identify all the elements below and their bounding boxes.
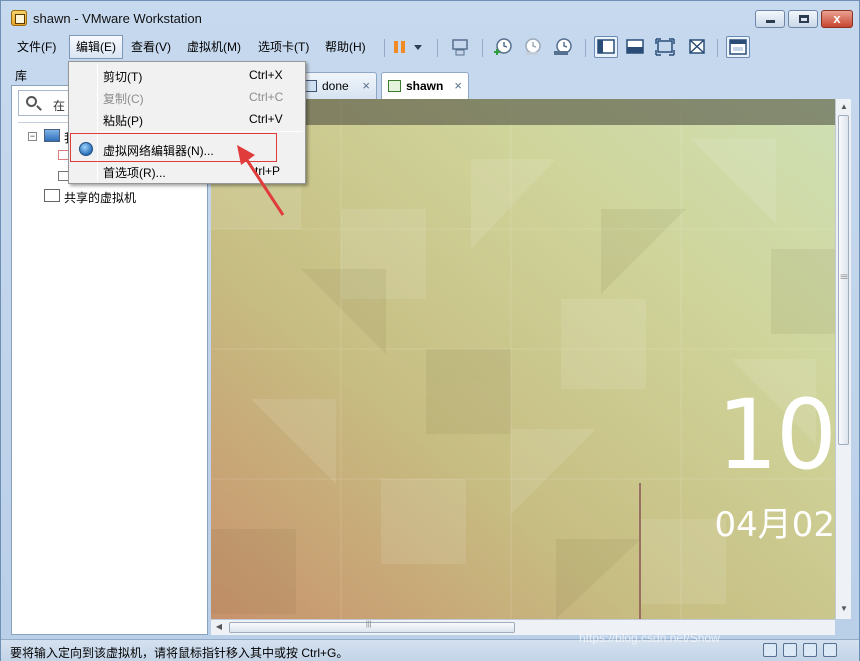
maximize-icon bbox=[799, 15, 809, 23]
toolbar-separator bbox=[585, 39, 586, 57]
minimize-icon bbox=[766, 20, 775, 23]
scroll-up-icon[interactable]: ▲ bbox=[839, 102, 849, 112]
vmware-window: shawn - VMware Workstation x 文件(F) 编辑(E)… bbox=[0, 0, 860, 661]
close-tab-icon[interactable]: × bbox=[454, 78, 462, 93]
power-dropdown-button[interactable] bbox=[411, 36, 425, 58]
scroll-left-icon[interactable]: ◀ bbox=[214, 622, 224, 632]
scroll-down-icon[interactable]: ▼ bbox=[839, 604, 849, 614]
horizontal-scrollbar[interactable]: ◀ ||| bbox=[211, 619, 835, 635]
pause-button[interactable] bbox=[388, 36, 412, 58]
thumbnail-view-button[interactable] bbox=[726, 36, 750, 58]
snapshot-manager-button[interactable] bbox=[551, 36, 575, 58]
watermark-text: https://blog.csdn.net/Show bbox=[579, 631, 720, 645]
computer-icon bbox=[44, 129, 60, 142]
menu-item-label: 剪切(T) bbox=[103, 70, 143, 84]
scroll-grip-icon: ||| bbox=[840, 274, 847, 280]
vm-running-tab-icon bbox=[388, 80, 401, 92]
vertical-scrollbar[interactable]: ▲ ||| ▼ bbox=[835, 99, 851, 619]
sound-icon[interactable] bbox=[823, 643, 837, 657]
send-keys-icon bbox=[452, 39, 468, 56]
fullscreen-console-button[interactable] bbox=[623, 36, 647, 58]
toolbar-separator bbox=[437, 39, 438, 57]
vertical-scroll-thumb[interactable] bbox=[838, 115, 849, 445]
minimize-button[interactable] bbox=[755, 10, 785, 28]
status-bar: 要将输入定向到该虚拟机，请将鼠标指针移入其中或按 Ctrl+G。 bbox=[1, 639, 859, 661]
menu-item-shortcut: Ctrl+V bbox=[249, 112, 283, 126]
tree-item-shared-vms[interactable]: 共享的虚拟机 bbox=[64, 189, 136, 206]
library-label: 库 bbox=[15, 69, 28, 83]
snapshot-icon bbox=[494, 38, 512, 55]
menu-tabs[interactable]: 选项卡(T) bbox=[252, 35, 315, 59]
thumbnail-view-icon bbox=[729, 39, 747, 55]
menu-bar: 文件(F) 编辑(E) 查看(V) 虚拟机(M) 选项卡(T) 帮助(H) bbox=[11, 35, 383, 59]
revert-snapshot-icon bbox=[525, 38, 541, 55]
network-icon[interactable] bbox=[783, 643, 797, 657]
send-keys-button[interactable] bbox=[448, 36, 472, 58]
annotation-arrow-icon bbox=[237, 145, 285, 216]
menu-help[interactable]: 帮助(H) bbox=[319, 35, 372, 59]
tab-done[interactable]: done × bbox=[297, 72, 377, 99]
status-message: 要将输入定向到该虚拟机，请将鼠标指针移入其中或按 Ctrl+G。 bbox=[10, 646, 349, 660]
tab-shawn[interactable]: shawn × bbox=[381, 72, 469, 100]
menu-item-shortcut: Ctrl+C bbox=[249, 90, 284, 104]
maximize-button[interactable] bbox=[788, 10, 818, 28]
revert-snapshot-button[interactable] bbox=[521, 36, 545, 58]
menu-edit[interactable]: 编辑(E) bbox=[69, 35, 123, 59]
fullscreen-button[interactable] bbox=[653, 36, 677, 58]
pause-icon bbox=[394, 41, 405, 53]
menu-separator bbox=[99, 131, 303, 132]
snapshot-button[interactable] bbox=[491, 36, 515, 58]
search-input-value: 在 bbox=[53, 99, 66, 113]
library-tree: − 我 共享的虚拟机 bbox=[18, 122, 203, 630]
fullscreen-icon bbox=[655, 38, 675, 56]
horizontal-scroll-thumb[interactable] bbox=[229, 622, 515, 633]
close-button[interactable]: x bbox=[821, 10, 853, 28]
menu-item-paste[interactable]: 粘贴(P) Ctrl+V bbox=[71, 108, 303, 130]
menu-file[interactable]: 文件(F) bbox=[11, 35, 62, 59]
tab-label: done bbox=[322, 79, 349, 93]
menu-item-label: 首选项(R)... bbox=[103, 166, 166, 180]
shared-vm-icon bbox=[44, 189, 60, 202]
menu-item-label: 复制(C) bbox=[103, 92, 144, 106]
menu-item-shortcut: Ctrl+X bbox=[249, 68, 283, 82]
fullscreen-console-icon bbox=[626, 39, 644, 54]
hard-disk-icon[interactable] bbox=[763, 643, 777, 657]
menu-item-label: 粘贴(P) bbox=[103, 114, 143, 128]
toolbar-separator bbox=[384, 39, 385, 57]
scroll-grip-icon: ||| bbox=[366, 621, 372, 628]
toolbar-separator bbox=[717, 39, 718, 57]
snapshot-manager-icon bbox=[554, 38, 572, 55]
title-bar[interactable]: shawn - VMware Workstation x bbox=[1, 1, 859, 35]
window-title: shawn - VMware Workstation bbox=[33, 11, 202, 26]
lock-screen-time: 10 bbox=[716, 379, 835, 491]
search-icon bbox=[26, 96, 37, 107]
tab-label: shawn bbox=[406, 79, 444, 93]
menu-view[interactable]: 查看(V) bbox=[125, 35, 177, 59]
menu-item-cut[interactable]: 剪切(T) Ctrl+X bbox=[71, 64, 303, 86]
library-view-icon bbox=[597, 39, 615, 54]
close-tab-icon[interactable]: × bbox=[362, 78, 370, 93]
usb-icon[interactable] bbox=[803, 643, 817, 657]
lock-screen-date: 04月02 bbox=[714, 505, 835, 545]
dropdown-arrow-icon bbox=[414, 45, 422, 50]
unity-icon bbox=[689, 39, 705, 54]
menu-vm[interactable]: 虚拟机(M) bbox=[181, 35, 247, 59]
library-view-button[interactable] bbox=[594, 36, 618, 58]
vmware-app-icon bbox=[11, 10, 27, 26]
unity-button[interactable] bbox=[685, 36, 709, 58]
toolbar-separator bbox=[482, 39, 483, 57]
menu-item-copy[interactable]: 复制(C) Ctrl+C bbox=[71, 86, 303, 108]
tree-collapse-icon[interactable]: − bbox=[28, 132, 37, 141]
close-icon: x bbox=[833, 11, 841, 26]
